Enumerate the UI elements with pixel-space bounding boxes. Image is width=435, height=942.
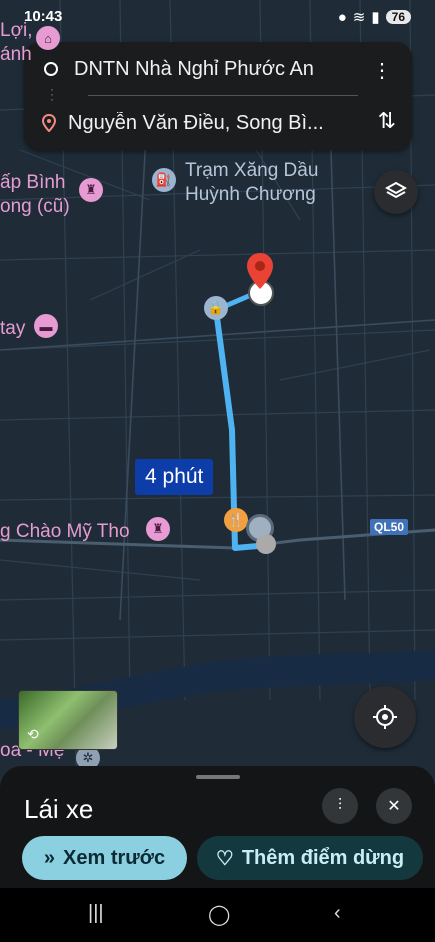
kebab-icon[interactable]: ⋮: [372, 58, 392, 83]
add-stop-label: Thêm điểm dừng: [241, 846, 405, 869]
destination-row[interactable]: Nguyễn Văn Điều, Song Bì...: [24, 98, 412, 148]
map-label: ấp Bình: [0, 172, 66, 193]
recents-icon[interactable]: |||: [88, 902, 104, 925]
options-button[interactable]: ⫶: [322, 788, 358, 824]
origin-row[interactable]: DNTN Nhà Nghỉ Phước An: [24, 44, 412, 94]
map-label: tay: [0, 318, 26, 339]
road-shield: QL50: [370, 519, 409, 535]
temple-poi-icon[interactable]: ♜: [79, 178, 103, 202]
map-label: Huỳnh Chương: [185, 184, 316, 205]
close-icon: ✕: [387, 798, 401, 815]
landmark-poi-icon[interactable]: ♜: [146, 517, 170, 541]
landmark-poi-icon[interactable]: ⌂: [36, 26, 60, 50]
restaurant-poi-icon[interactable]: 🍴: [224, 508, 248, 532]
wifi-icon: ≋: [352, 9, 366, 26]
close-button[interactable]: ✕: [376, 788, 412, 824]
crosshair-icon: [373, 705, 397, 729]
chevrons-icon: »: [43, 846, 56, 869]
location-icon: ●: [337, 8, 347, 26]
battery-indicator: 76: [385, 10, 411, 24]
end-marker-icon: [256, 534, 276, 554]
drag-handle[interactable]: [196, 775, 240, 779]
layers-button[interactable]: [374, 170, 418, 214]
map-label: ánh: [0, 44, 32, 65]
my-location-button[interactable]: [354, 686, 416, 748]
preview-button[interactable]: » Xem trước: [22, 836, 187, 880]
tune-icon: ⫶: [337, 797, 342, 814]
origin-dot-icon: [44, 62, 58, 76]
swap-icon[interactable]: ⇅: [378, 108, 396, 134]
home-icon[interactable]: ◯: [208, 902, 230, 927]
gas-station-icon[interactable]: ⛽: [152, 168, 176, 192]
map-label: Lợi,: [0, 20, 33, 41]
street-view-thumbnail[interactable]: ⟲: [18, 690, 118, 750]
destination-pin-icon: [42, 114, 56, 132]
travel-mode-title: Lái xe: [24, 794, 94, 824]
preview-label: Xem trước: [63, 846, 166, 869]
destination-marker-icon: [247, 253, 273, 289]
system-nav-bar: ||| ◯ ‹: [0, 888, 435, 942]
map-label: Trạm Xăng Dầu: [185, 160, 319, 181]
back-icon[interactable]: ‹: [334, 902, 341, 925]
add-location-icon: ♡: [215, 847, 234, 870]
destination-field[interactable]: Nguyễn Văn Điều, Song Bì...: [68, 112, 353, 135]
signal-icon: ▮: [371, 9, 380, 26]
bottom-sheet: Lái xe ⫶ ✕ » Xem trước ♡ Thêm điểm dừng: [0, 766, 435, 888]
hotel-poi-icon[interactable]: ▬: [34, 314, 58, 338]
add-stop-button[interactable]: ♡ Thêm điểm dừng: [197, 836, 423, 880]
lock-poi-icon[interactable]: 🔒: [204, 296, 228, 320]
status-bar: 10:43 ● ≋ ▮ 76: [0, 0, 435, 34]
layers-icon: [385, 181, 407, 199]
route-time-badge[interactable]: 4 phút: [135, 459, 214, 495]
directions-card: DNTN Nhà Nghỉ Phước An · · · Nguyễn Văn Đi…: [24, 42, 412, 150]
map-label: ong (cũ): [0, 196, 70, 217]
divider: [88, 95, 358, 96]
origin-field[interactable]: DNTN Nhà Nghỉ Phước An: [74, 58, 359, 81]
street-view-icon: ⟲: [27, 726, 39, 742]
map-label: g Chào Mỹ Tho: [0, 521, 130, 542]
